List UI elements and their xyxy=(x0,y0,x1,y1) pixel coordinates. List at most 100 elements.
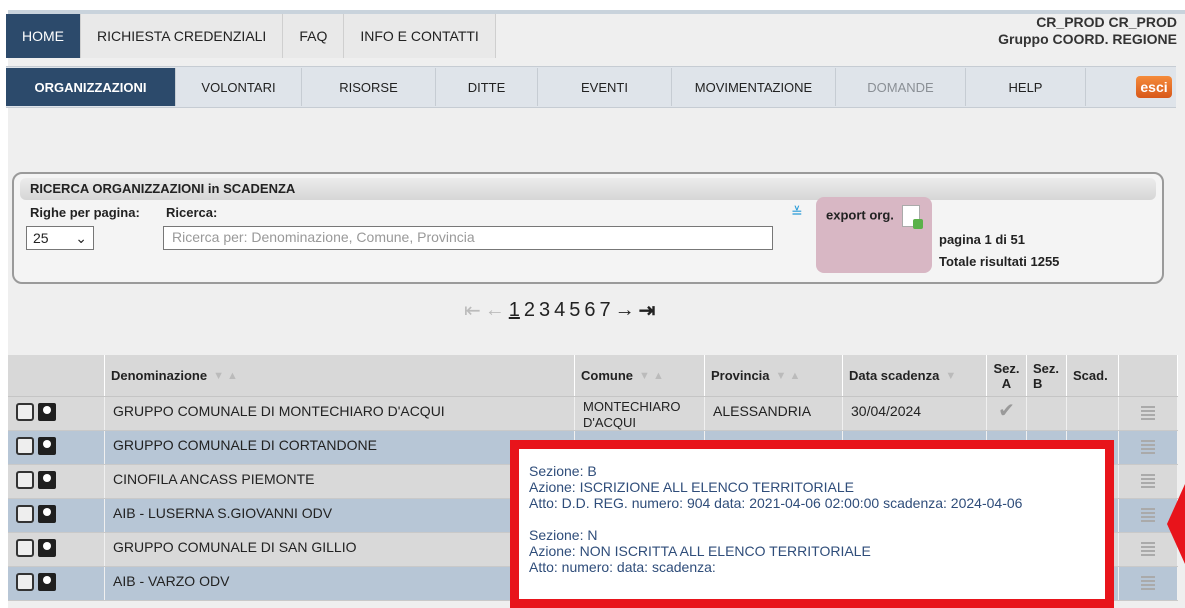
print-icon[interactable] xyxy=(16,573,34,591)
cell-provincia: ALESSANDRIA xyxy=(705,397,843,430)
export-button[interactable]: export org. xyxy=(816,197,932,273)
page-link-4[interactable]: 4 xyxy=(554,299,565,322)
prev-page-icon[interactable]: ← xyxy=(485,299,505,322)
print-icon[interactable] xyxy=(16,471,34,489)
print-icon[interactable] xyxy=(16,505,34,523)
header-denominazione-label: Denominazione xyxy=(111,368,208,383)
check-icon: ✔ xyxy=(998,400,1015,422)
print-icon[interactable] xyxy=(16,437,34,455)
page-link-7[interactable]: 7 xyxy=(600,299,611,322)
main-menu: ORGANIZZAZIONI VOLONTARI RISORSE DITTE E… xyxy=(6,66,1176,108)
details-icon[interactable] xyxy=(1141,405,1155,422)
cell-scad xyxy=(1067,397,1119,430)
user-info: CR_PROD CR_PROD Gruppo COORD. REGIONE xyxy=(998,14,1177,48)
contact-card-icon[interactable] xyxy=(38,573,56,591)
header-details xyxy=(1119,355,1178,396)
details-icon[interactable] xyxy=(1141,507,1155,524)
row-actions xyxy=(8,499,105,532)
sort-icon[interactable]: ▼ xyxy=(945,370,956,382)
sort-icon[interactable]: ▼ ▲ xyxy=(776,370,801,382)
tab-info-contatti[interactable]: INFO E CONTATTI xyxy=(344,14,496,58)
header-denominazione[interactable]: Denominazione ▼ ▲ xyxy=(105,355,575,396)
page-link-1[interactable]: 1 xyxy=(509,299,520,322)
first-page-icon[interactable]: ⇤ xyxy=(464,298,481,323)
header-provincia[interactable]: Provincia ▼ ▲ xyxy=(705,355,843,396)
search-panel: RICERCA ORGANIZZAZIONI in SCADENZA Righe… xyxy=(12,172,1164,284)
details-icon[interactable] xyxy=(1141,473,1155,490)
cell-denominazione: GRUPPO COMUNALE DI CORTANDONE xyxy=(105,431,575,464)
details-icon[interactable] xyxy=(1141,575,1155,592)
tooltip-azione-2: Azione: NON ISCRITTA ALL ELENCO TERRITOR… xyxy=(529,543,871,559)
header-data-scadenza[interactable]: Data scadenza ▼ xyxy=(843,355,987,396)
next-page-icon[interactable]: → xyxy=(615,299,635,322)
tooltip-sezione-2: Sezione: N xyxy=(529,527,598,543)
print-icon[interactable] xyxy=(16,539,34,557)
contact-card-icon[interactable] xyxy=(38,539,56,557)
menu-eventi[interactable]: EVENTI xyxy=(538,68,672,106)
menu-volontari[interactable]: VOLONTARI xyxy=(176,68,302,106)
cell-details[interactable] xyxy=(1119,431,1178,464)
page-counter: pagina 1 di 51 xyxy=(939,232,1025,247)
contact-card-icon[interactable] xyxy=(38,471,56,489)
row-actions xyxy=(8,533,105,566)
menu-ditte[interactable]: DITTE xyxy=(436,68,538,106)
pagination: ⇤ ← 1 2 3 4 5 6 7 → ⇥ xyxy=(464,298,655,323)
rows-per-page-select[interactable]: 25 ⌄ xyxy=(26,226,94,250)
cell-denominazione: GRUPPO COMUNALE DI SAN GILLIO xyxy=(105,533,575,566)
excel-export-icon xyxy=(901,205,923,229)
tooltip-atto-2: Atto: numero: data: scadenza: xyxy=(529,559,716,575)
contact-card-icon[interactable] xyxy=(38,437,56,455)
row-actions xyxy=(8,567,105,600)
page-link-3[interactable]: 3 xyxy=(539,299,550,322)
header-comune-label: Comune xyxy=(581,368,633,383)
table-row[interactable]: GRUPPO COMUNALE DI MONTECHIARO D'ACQUI M… xyxy=(8,397,1178,431)
tab-richiesta-credenziali[interactable]: RICHIESTA CREDENZIALI xyxy=(81,14,284,58)
details-tooltip: Sezione: B Azione: ISCRIZIONE ALL ELENCO… xyxy=(510,440,1114,608)
menu-movimentazione[interactable]: MOVIMENTAZIONE xyxy=(672,68,836,106)
last-page-icon[interactable]: ⇥ xyxy=(639,298,656,323)
rows-per-page-value: 25 xyxy=(33,230,49,246)
page-link-6[interactable]: 6 xyxy=(584,299,595,322)
search-input[interactable]: Ricerca per: Denominazione, Comune, Prov… xyxy=(163,226,773,250)
header-provincia-label: Provincia xyxy=(711,368,770,383)
user-name: CR_PROD CR_PROD xyxy=(1036,14,1177,30)
table-header: Denominazione ▼ ▲ Comune ▼ ▲ Provincia ▼ ▲ … xyxy=(8,355,1178,397)
page-link-2[interactable]: 2 xyxy=(524,299,535,322)
cell-details[interactable] xyxy=(1119,397,1178,430)
header-comune[interactable]: Comune ▼ ▲ xyxy=(575,355,705,396)
tab-faq[interactable]: FAQ xyxy=(283,14,345,58)
cell-sez-b xyxy=(1027,397,1067,430)
cell-details[interactable] xyxy=(1119,567,1178,600)
cell-data-scadenza: 30/04/2024 xyxy=(843,397,987,430)
contact-card-icon[interactable] xyxy=(38,505,56,523)
cell-denominazione: GRUPPO COMUNALE DI MONTECHIARO D'ACQUI xyxy=(105,397,575,430)
user-group: Gruppo COORD. REGIONE xyxy=(998,31,1177,47)
row-actions xyxy=(8,397,105,430)
menu-domande: DOMANDE xyxy=(836,68,966,106)
page-info: pagina 1 di 51 Totale risultati 1255 xyxy=(939,229,1059,273)
menu-risorse[interactable]: RISORSE xyxy=(302,68,436,106)
sort-icon[interactable]: ▼ ▲ xyxy=(639,370,664,382)
tooltip-azione-1: Azione: ISCRIZIONE ALL ELENCO TERRITORIA… xyxy=(529,479,854,495)
header-sez-b: Sez. B xyxy=(1027,355,1067,396)
menu-organizzazioni[interactable]: ORGANIZZAZIONI xyxy=(6,68,176,106)
contact-card-icon[interactable] xyxy=(38,403,56,421)
details-icon[interactable] xyxy=(1141,541,1155,558)
tooltip-atto-1: Atto: D.D. REG. numero: 904 data: 2021-0… xyxy=(529,495,1023,511)
print-icon[interactable] xyxy=(16,403,34,421)
cell-denominazione: AIB - VARZO ODV xyxy=(105,567,575,600)
top-nav: HOME RICHIESTA CREDENZIALI FAQ INFO E CO… xyxy=(6,14,496,58)
chevron-down-icon: ⌄ xyxy=(75,229,87,246)
cell-comune: MONTECHIARO D'ACQUI xyxy=(575,397,705,430)
cell-sez-a: ✔ xyxy=(987,397,1027,430)
rows-per-page-label: Righe per pagina: xyxy=(30,205,140,220)
row-actions xyxy=(8,431,105,464)
logout-button[interactable]: esci xyxy=(1136,76,1172,98)
sort-icon[interactable]: ▼ ▲ xyxy=(213,370,238,382)
page-link-5[interactable]: 5 xyxy=(569,299,580,322)
details-icon[interactable] xyxy=(1141,439,1155,456)
menu-help[interactable]: HELP xyxy=(966,68,1086,106)
tooltip-sezione-1: Sezione: B xyxy=(529,463,597,479)
tab-home[interactable]: HOME xyxy=(6,14,81,58)
expand-chevron-icon[interactable]: ≚ xyxy=(791,204,803,221)
